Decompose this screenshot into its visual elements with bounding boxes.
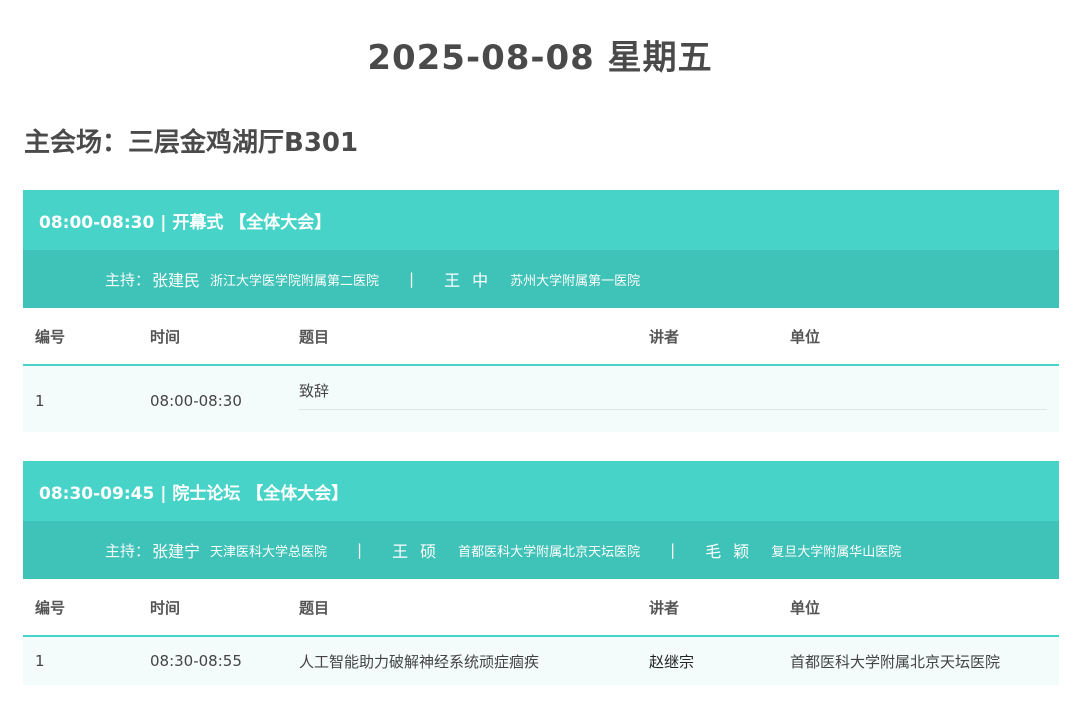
moderator-bar: 主持： 张建民 浙江大学医学院附属第二医院 | 王中 苏州大学附属第一医院 (23, 250, 1059, 308)
moderator-separator: | (357, 541, 363, 559)
moderator-name: 张建民 (152, 271, 201, 290)
table-header-row: 编号 时间 题目 讲者 单位 (23, 308, 1059, 366)
col-header-no: 编号 (35, 598, 66, 617)
session-header[interactable]: 08:00-08:30 | 开幕式 【全体大会】 (23, 190, 1059, 250)
col-header-topic: 题目 (299, 598, 330, 617)
col-header-speaker: 讲者 (649, 598, 680, 617)
moderator-separator: | (670, 541, 676, 559)
table-row[interactable]: 1 08:30-08:55 人工智能助力破解神经系统顽症痼疾 赵继宗 首都医科大… (23, 637, 1059, 685)
moderator-org: 苏州大学附属第一医院 (510, 273, 641, 289)
moderator-org: 天津医科大学总医院 (210, 544, 328, 560)
row-topic[interactable]: 致辞 (299, 380, 1047, 410)
session-card-opening: 08:00-08:30 | 开幕式 【全体大会】 主持： 张建民 浙江大学医学院… (23, 190, 1059, 432)
session-card-academician-forum: 08:30-09:45 | 院士论坛 【全体大会】 主持： 张建宁 天津医科大学… (23, 461, 1059, 685)
row-speaker[interactable]: 赵继宗 (649, 651, 694, 672)
moderator-org: 浙江大学医学院附属第二医院 (210, 273, 380, 289)
moderator-name: 毛颖 (705, 542, 762, 561)
col-header-unit: 单位 (790, 598, 821, 617)
moderator-bar: 主持： 张建宁 天津医科大学总医院 | 王硕 首都医科大学附属北京天坛医院 | … (23, 521, 1059, 579)
table-header-row: 编号 时间 题目 讲者 单位 (23, 579, 1059, 637)
table-row[interactable]: 1 08:00-08:30 致辞 (23, 366, 1059, 432)
moderator-org: 首都医科大学附属北京天坛医院 (458, 544, 641, 560)
page-date-title: 2025-08-08 星期五 (367, 38, 713, 78)
col-header-time: 时间 (150, 598, 181, 617)
moderator-label: 主持： (105, 541, 151, 560)
moderator-name: 张建宁 (152, 542, 201, 561)
moderator-label: 主持： (105, 270, 151, 289)
session-header[interactable]: 08:30-09:45 | 院士论坛 【全体大会】 (23, 461, 1059, 521)
moderator-org: 复旦大学附属华山医院 (771, 544, 902, 560)
row-time: 08:00-08:30 (150, 392, 242, 410)
moderator-name: 王硕 (392, 542, 449, 561)
col-header-speaker: 讲者 (649, 327, 680, 346)
row-time: 08:30-08:55 (150, 652, 242, 670)
row-no: 1 (35, 652, 45, 670)
col-header-unit: 单位 (790, 327, 821, 346)
venue-title: 主会场：三层金鸡湖厅B301 (24, 128, 359, 158)
col-header-topic: 题目 (299, 327, 330, 346)
row-no: 1 (35, 392, 45, 410)
col-header-no: 编号 (35, 327, 66, 346)
col-header-time: 时间 (150, 327, 181, 346)
row-unit: 首都医科大学附属北京天坛医院 (790, 652, 1001, 671)
moderator-separator: | (409, 270, 415, 288)
moderator-name: 王中 (444, 271, 501, 290)
row-topic[interactable]: 人工智能助力破解神经系统顽症痼疾 (299, 651, 539, 672)
